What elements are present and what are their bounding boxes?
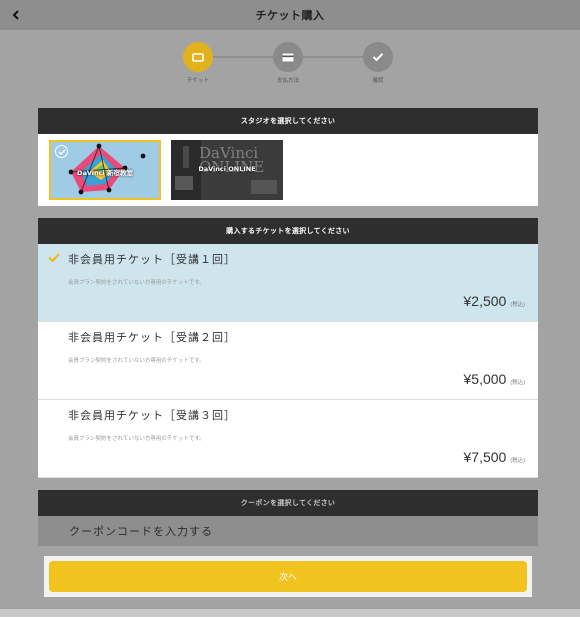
- ticket-heading: 購入するチケットを選択してください: [38, 218, 538, 244]
- credit-card-icon: [282, 53, 294, 61]
- coupon-heading: クーポンを選択してください: [38, 490, 538, 516]
- studio-option-shinjuku[interactable]: DaVinci 新宿教室: [49, 140, 161, 200]
- check-icon: [48, 253, 60, 262]
- selected-check-icon: [55, 145, 68, 158]
- progress-stepper: チケット 支払方法 確認: [0, 38, 580, 93]
- coupon-section: クーポンを選択してください クーポンコードを入力する: [38, 490, 538, 546]
- back-button[interactable]: [6, 5, 26, 25]
- studio-name-shinjuku: DaVinci 新宿教室: [77, 169, 133, 177]
- step-label-confirm: 確認: [372, 78, 384, 84]
- ticket-price: ¥7,500 (税込): [464, 449, 526, 465]
- step-connector: [303, 56, 365, 58]
- ticket-name: 非会員用チケット［受講３回］: [68, 409, 236, 422]
- app-header: チケット購入: [0, 0, 580, 30]
- step-label-payment: 支払方法: [276, 78, 299, 84]
- ticket-option-2[interactable]: 非会員用チケット［受講２回］ 会員プラン契約をされていない方専用のチケットです。…: [38, 322, 538, 400]
- ticket-price: ¥2,500 (税込): [464, 293, 526, 309]
- bottom-strip: [0, 609, 580, 617]
- next-button[interactable]: 次へ: [49, 561, 527, 592]
- step-connector: [213, 56, 277, 58]
- ticket-icon: [192, 52, 204, 62]
- coupon-code-input[interactable]: クーポンコードを入力する: [38, 516, 538, 546]
- next-button-container: 次へ: [44, 556, 532, 597]
- tax-note: (税込): [510, 302, 525, 308]
- ticket-description: 会員プラン契約をされていない方専用のチケットです。: [68, 280, 205, 286]
- price-value: ¥7,500: [463, 449, 507, 465]
- ticket-option-1[interactable]: 非会員用チケット［受講１回］ 会員プラン契約をされていない方専用のチケットです。…: [38, 244, 538, 322]
- ticket-description: 会員プラン契約をされていない方専用のチケットです。: [68, 358, 205, 364]
- studio-option-online[interactable]: DaVinci ONLINE DaVinci ONLINE: [171, 140, 283, 200]
- ticket-description: 会員プラン契約をされていない方専用のチケットです。: [68, 436, 205, 442]
- page-title: チケット購入: [255, 9, 325, 22]
- studio-name-online: DaVinci ONLINE: [198, 165, 256, 173]
- ticket-option-3[interactable]: 非会員用チケット［受講３回］ 会員プラン契約をされていない方専用のチケットです。…: [38, 400, 538, 478]
- ticket-name: 非会員用チケット［受講２回］: [68, 331, 236, 344]
- ticket-name: 非会員用チケット［受講１回］: [68, 253, 236, 266]
- step-confirm: [363, 42, 393, 72]
- tax-note: (税込): [510, 380, 525, 386]
- studio-heading: スタジオを選択してください: [38, 108, 538, 134]
- tax-note: (税込): [510, 458, 525, 464]
- chevron-left-icon: [12, 10, 19, 20]
- check-icon: [372, 53, 384, 62]
- ticket-section: 購入するチケットを選択してください 非会員用チケット［受講１回］ 会員プラン契約…: [38, 218, 538, 478]
- step-payment: [273, 42, 303, 72]
- ticket-price: ¥5,000 (税込): [464, 371, 526, 387]
- price-value: ¥2,500: [463, 293, 507, 309]
- studio-section: スタジオを選択してください DaVinci 新宿教室 DaVinci ONLIN…: [38, 108, 538, 206]
- step-ticket: [183, 42, 213, 72]
- studio-list: DaVinci 新宿教室 DaVinci ONLINE DaVinci ONLI…: [38, 134, 538, 206]
- step-label-ticket: チケット: [186, 78, 209, 84]
- price-value: ¥5,000: [463, 371, 507, 387]
